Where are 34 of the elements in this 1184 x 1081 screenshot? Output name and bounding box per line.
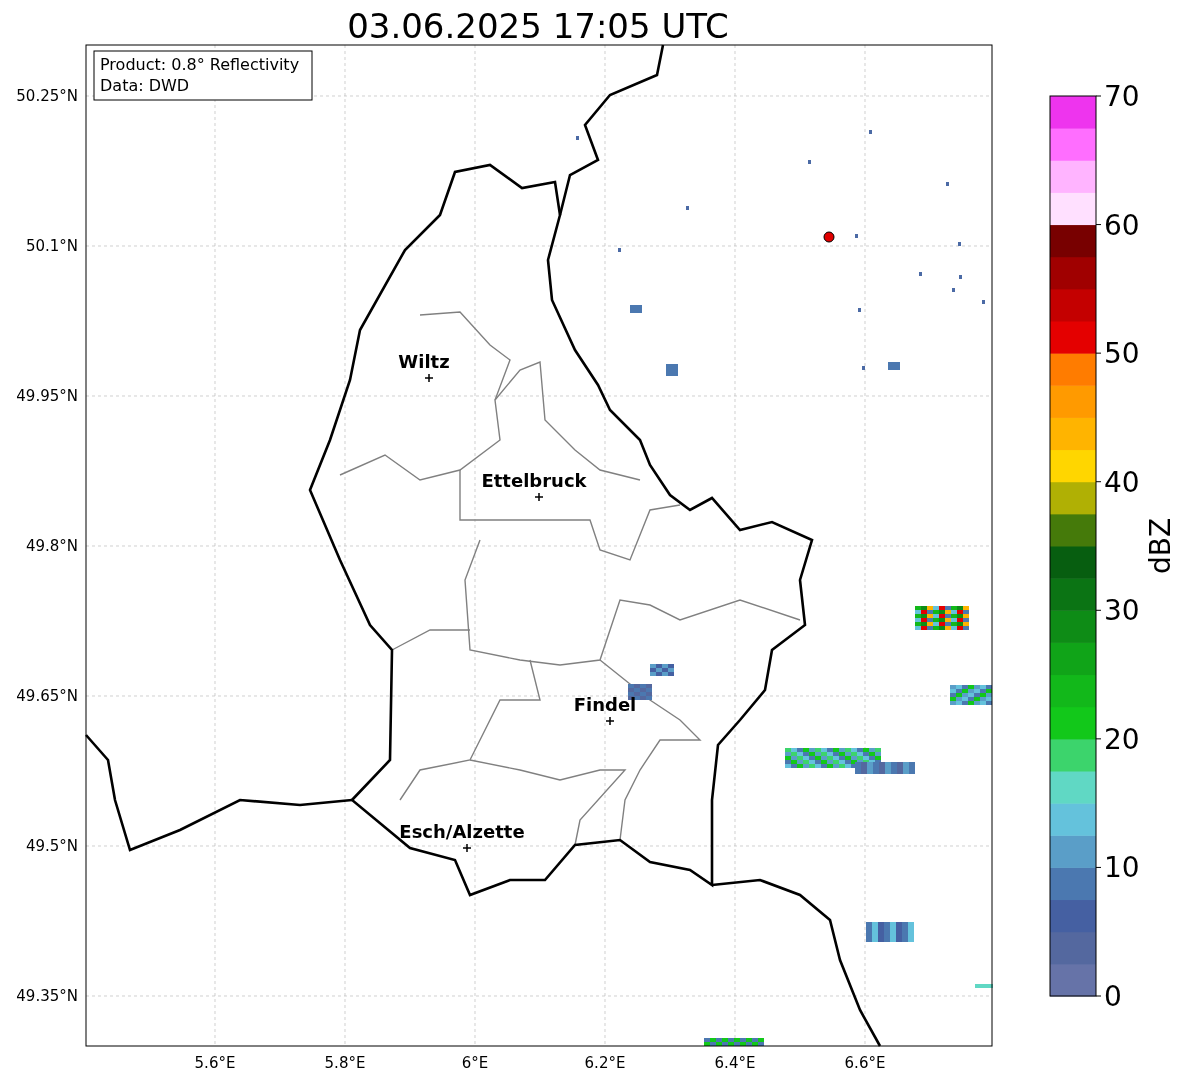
axis-tick-label: 5.8°E (324, 1054, 366, 1072)
axis-tick-label: 49.35°N (16, 987, 78, 1005)
colorbar-tick-label: 10 (1104, 851, 1140, 885)
colorbar-tick-label: 40 (1104, 465, 1140, 499)
city-marker-icon (424, 373, 434, 383)
city-label: Esch/Alzette (399, 821, 525, 842)
city-label: Ettelbruck (481, 470, 587, 491)
axis-tick-label: 5.6°E (194, 1054, 236, 1072)
colorbar-tick-label: 0 (1104, 980, 1122, 1013)
axis-tick-label: 6.2°E (584, 1054, 626, 1072)
colorbar-tick-label: 20 (1104, 722, 1140, 756)
axis-tick-label: 49.95°N (16, 387, 78, 405)
axis-tick-label: 6.4°E (714, 1054, 756, 1072)
info-text: Product: 0.8° Reflectivity (100, 55, 300, 74)
city-marker-icon (534, 492, 544, 502)
axis-tick-label: 49.65°N (16, 687, 78, 705)
city-marker-icon (462, 843, 472, 853)
city-label: Wiltz (398, 351, 450, 372)
location-marker (823, 231, 835, 243)
axis-tick-label: 6.6°E (844, 1054, 886, 1072)
axis-tick-label: 50.1°N (25, 237, 78, 255)
colorbar-label: dBZ (1144, 517, 1177, 575)
colorbar-tick-label: 60 (1104, 208, 1140, 242)
axis-tick-label: 50.25°N (16, 87, 78, 105)
colorbar-tick-label: 50 (1104, 337, 1140, 371)
axis-tick-label: 49.8°N (25, 537, 78, 555)
axis-tick-label: 49.5°N (25, 837, 78, 855)
city-marker-icon (605, 716, 615, 726)
city-label: Findel (573, 694, 637, 715)
axis-tick-label: 6°E (461, 1054, 489, 1072)
chart-title: 03.06.2025 17:05 UTC (347, 6, 729, 46)
info-text: Data: DWD (100, 76, 190, 95)
colorbar-tick-label: 70 (1104, 80, 1140, 113)
colorbar-tick-label: 30 (1104, 594, 1140, 628)
